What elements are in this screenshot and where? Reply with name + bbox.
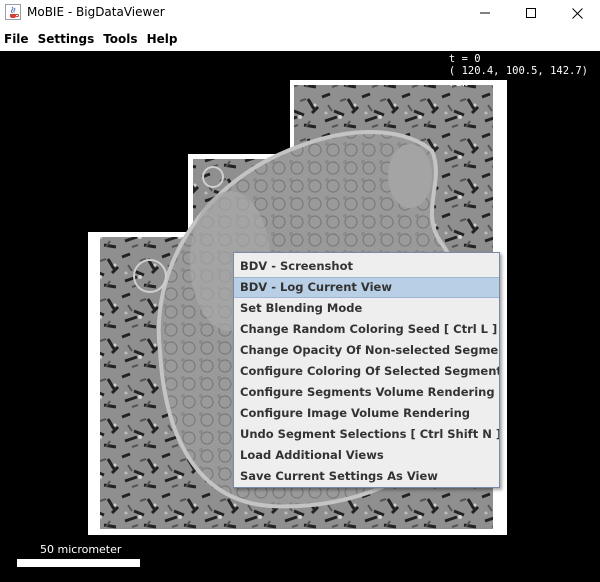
menu-settings[interactable]: Settings (34, 32, 100, 46)
close-icon (571, 7, 583, 19)
menu-bar: File Settings Tools Help (0, 26, 600, 51)
source-name-label: raw (448, 77, 468, 89)
menu-tools[interactable]: Tools (99, 32, 142, 46)
scale-bar-label: 50 micrometer (40, 543, 122, 556)
menu-item-configure-coloring-selected[interactable]: Configure Coloring Of Selected Segments (234, 361, 499, 382)
menu-item-configure-image-volume-rendering[interactable]: Configure Image Volume Rendering (234, 403, 499, 424)
java-icon (5, 4, 21, 20)
menu-file[interactable]: File (0, 32, 34, 46)
menu-item-undo-segment-selections[interactable]: Undo Segment Selections [ Ctrl Shift N ] (234, 424, 499, 445)
menu-item-bdv-screenshot[interactable]: BDV - Screenshot (234, 256, 499, 277)
menu-item-configure-segments-volume-rendering[interactable]: Configure Segments Volume Rendering (234, 382, 499, 403)
menu-help[interactable]: Help (143, 32, 183, 46)
menu-item-bdv-log-current-view[interactable]: BDV - Log Current View (234, 277, 499, 298)
coordinates-label: ( 120.4, 100.5, 142.7) (448, 65, 588, 77)
maximize-button[interactable] (508, 0, 554, 26)
menu-item-change-random-coloring-seed[interactable]: Change Random Coloring Seed [ Ctrl L ] (234, 319, 499, 340)
menu-item-set-blending-mode[interactable]: Set Blending Mode (234, 298, 499, 319)
close-button[interactable] (554, 0, 600, 26)
title-bar[interactable]: MoBIE - BigDataViewer (0, 0, 600, 26)
viewer-info-overlay: t = 0 ( 120.4, 100.5, 142.7) raw (449, 53, 588, 89)
menu-item-change-opacity-non-selected[interactable]: Change Opacity Of Non-selected Segments (234, 340, 499, 361)
window-title: MoBIE - BigDataViewer (27, 5, 165, 19)
timepoint-label: t = 0 (448, 53, 481, 65)
minimize-icon (480, 12, 490, 14)
context-menu: BDV - Screenshot BDV - Log Current View … (233, 252, 500, 488)
maximize-icon (526, 8, 536, 18)
menu-item-load-additional-views[interactable]: Load Additional Views (234, 445, 499, 466)
minimize-button[interactable] (462, 0, 508, 26)
menu-item-save-current-settings-as-view[interactable]: Save Current Settings As View (234, 466, 499, 487)
scale-bar (17, 559, 140, 567)
